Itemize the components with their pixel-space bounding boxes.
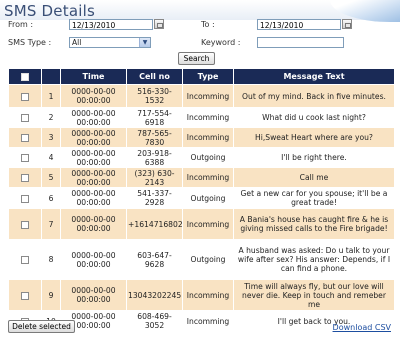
to-label: To : [201, 20, 215, 29]
row-checkbox[interactable] [21, 256, 29, 264]
row-message: Time will always fly, but our love will … [233, 279, 395, 311]
row-cell-no: 603-647-9628 [126, 239, 183, 280]
header-index [41, 68, 61, 85]
row-type: Incomming [182, 127, 234, 148]
row-select-cell [8, 279, 42, 311]
sms-type-value: All [72, 38, 82, 47]
row-cell-no: +16147168027 [126, 208, 183, 240]
row-message: Call me [233, 167, 395, 188]
table-row: 8 0000-00-00 00:00:00 603-647-9628 Outgo… [8, 239, 395, 280]
row-cell-no: 13043202245 [126, 279, 183, 311]
row-message: A Bania's house has caught fire & he is … [233, 208, 395, 240]
table-row: 4 0000-00-00 00:00:00 203-918-6388 Outgo… [8, 147, 395, 168]
row-time: 0000-00-00 00:00:00 [60, 167, 127, 188]
row-checkbox[interactable] [21, 220, 29, 229]
row-time: 0000-00-00 00:00:00 [60, 239, 127, 280]
row-message: Out of my mind. Back in five minutes. [233, 84, 395, 108]
keyword-input[interactable] [257, 37, 344, 48]
row-time: 0000-00-00 00:00:00 [60, 84, 127, 108]
row-select-cell [8, 208, 42, 240]
row-time: 0000-00-00 00:00:00 [60, 279, 127, 311]
chevron-down-icon[interactable]: ▼ [139, 38, 150, 47]
row-type: Incomming [182, 167, 234, 188]
row-cell-no: 516-330-1532 [126, 84, 183, 108]
row-time: 0000-00-00 00:00:00 [60, 127, 127, 148]
header-message-text: Message Text [233, 68, 395, 85]
row-index: 8 [41, 239, 61, 280]
row-message: What did u cook last night? [233, 107, 395, 128]
header-cell-no: Cell no [126, 68, 183, 85]
row-time: 0000-00-00 00:00:00 [60, 147, 127, 168]
row-type: Outgoing [182, 187, 234, 209]
to-date-field[interactable]: 12/13/2010 [257, 19, 341, 30]
search-button[interactable]: Search [178, 52, 215, 65]
row-cell-no: (323) 630-2143 [126, 167, 183, 188]
header-type: Type [182, 68, 234, 85]
row-index: 5 [41, 167, 61, 188]
download-csv-link[interactable]: Download CSV [333, 323, 391, 332]
row-select-cell [8, 239, 42, 280]
row-checkbox[interactable] [21, 92, 29, 101]
table-header-row: Time Cell no Type Message Text [8, 68, 395, 85]
row-select-cell [8, 167, 42, 188]
row-type: Outgoing [182, 239, 234, 280]
row-checkbox[interactable] [21, 134, 29, 142]
row-select-cell [8, 107, 42, 128]
row-index: 2 [41, 107, 61, 128]
row-index: 1 [41, 84, 61, 108]
from-calendar-icon[interactable] [154, 19, 164, 29]
to-calendar-icon[interactable] [342, 19, 352, 29]
table-row: 2 0000-00-00 00:00:00 717-554-6918 Incom… [8, 107, 395, 128]
table-row: 9 0000-00-00 00:00:00 13043202245 Incomm… [8, 279, 395, 311]
delete-selected-button[interactable]: Delete selected [8, 320, 75, 333]
row-type: Outgoing [182, 147, 234, 168]
select-all-checkbox[interactable] [21, 72, 29, 81]
row-type: Incomming [182, 310, 234, 332]
row-message: Get a new car for you spouse; it'll be a… [233, 187, 395, 209]
table-row: 1 0000-00-00 00:00:00 516-330-1532 Incom… [8, 84, 395, 108]
row-time: 0000-00-00 00:00:00 [60, 107, 127, 128]
row-type: Incomming [182, 208, 234, 240]
table-row: 5 0000-00-00 00:00:00 (323) 630-2143 Inc… [8, 167, 395, 188]
row-cell-no: 203-918-6388 [126, 147, 183, 168]
row-select-cell [8, 127, 42, 148]
row-cell-no: 608-469-3052 [126, 310, 183, 332]
select-all-header [8, 68, 42, 85]
row-checkbox[interactable] [21, 291, 29, 300]
row-index: 6 [41, 187, 61, 209]
row-checkbox[interactable] [21, 114, 29, 122]
sms-type-select[interactable]: All ▼ [69, 37, 151, 48]
row-cell-no: 787-565-7830 [126, 127, 183, 148]
row-type: Incomming [182, 107, 234, 128]
row-index: 3 [41, 127, 61, 148]
row-checkbox[interactable] [21, 194, 29, 203]
table-row: 6 0000-00-00 00:00:00 541-337-2928 Outgo… [8, 187, 395, 209]
row-type: Incomming [182, 84, 234, 108]
header-time: Time [60, 68, 127, 85]
row-cell-no: 541-337-2928 [126, 187, 183, 209]
table-row: 7 0000-00-00 00:00:00 +16147168027 Incom… [8, 208, 395, 240]
row-checkbox[interactable] [21, 174, 29, 182]
keyword-label: Keyword : [201, 38, 241, 47]
row-message: A husband was asked: Do u talk to your w… [233, 239, 395, 280]
table-row: 3 0000-00-00 00:00:00 787-565-7830 Incom… [8, 127, 395, 148]
row-cell-no: 717-554-6918 [126, 107, 183, 128]
row-type: Incomming [182, 279, 234, 311]
row-checkbox[interactable] [21, 154, 29, 162]
row-index: 7 [41, 208, 61, 240]
row-index: 9 [41, 279, 61, 311]
sms-type-label: SMS Type : [8, 38, 52, 47]
sms-table: Time Cell no Type Message Text 1 0000-00… [8, 68, 395, 332]
row-select-cell [8, 147, 42, 168]
row-select-cell [8, 187, 42, 209]
row-index: 4 [41, 147, 61, 168]
row-message: I'll be right there. [233, 147, 395, 168]
from-date-field[interactable]: 12/13/2010 [69, 19, 153, 30]
row-select-cell [8, 84, 42, 108]
row-time: 0000-00-00 00:00:00 [60, 208, 127, 240]
row-time: 0000-00-00 00:00:00 [60, 187, 127, 209]
page-title: SMS Details [4, 2, 95, 20]
row-message: Hi,Sweat Heart where are you? [233, 127, 395, 148]
from-label: From : [8, 20, 34, 29]
